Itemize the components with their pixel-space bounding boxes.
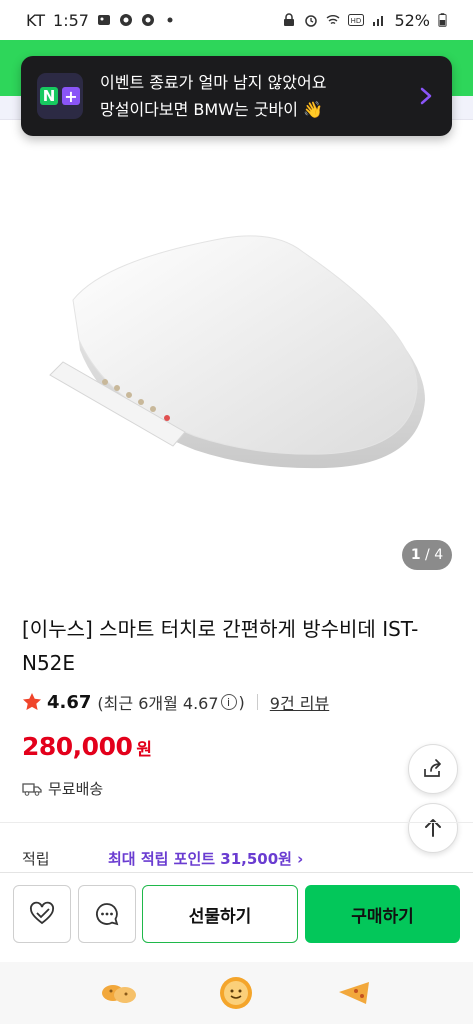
- product-image[interactable]: [45, 200, 445, 490]
- battery-percent: 52%: [394, 10, 430, 30]
- toast-line-2: 망설이다보면 BMW는 굿바이 👋: [100, 100, 323, 119]
- section-divider: [0, 822, 473, 823]
- chat-icon: [96, 903, 119, 926]
- heart-check-icon: [30, 901, 54, 925]
- divider: [256, 694, 258, 710]
- status-left: KT 1:57: [26, 11, 177, 30]
- alarm-icon: [305, 15, 318, 27]
- toast-message: 이벤트 종료가 얼마 남지 않았어요 망설이다보면 BMW는 굿바이 👋: [100, 69, 416, 123]
- share-icon: [424, 759, 441, 777]
- gallery-counter: 1 / 4: [402, 540, 452, 570]
- recent-rating: (최근 6개월 4.67: [97, 694, 219, 713]
- price-unit: 원: [136, 740, 153, 760]
- price: 280,000 원: [22, 732, 152, 761]
- image-icon: [97, 15, 110, 25]
- logo-plus: +: [62, 87, 80, 106]
- chevron-right-icon[interactable]: [416, 86, 436, 106]
- wishlist-button[interactable]: [13, 885, 71, 943]
- points-link[interactable]: 최대 적립 포인트 31,500원 ›: [108, 848, 303, 869]
- nav-home[interactable]: [216, 973, 256, 1013]
- recent-rating-close: ): [238, 692, 245, 712]
- wifi-icon: [326, 15, 340, 25]
- status-right: HD 52%: [282, 11, 447, 30]
- gallery-separator: /: [420, 547, 435, 563]
- carrier-label: KT: [26, 10, 46, 30]
- delivery-info: 무료배송: [22, 778, 103, 799]
- status-bar: KT 1:57 HD 52%: [0, 0, 473, 40]
- gallery-total: 4: [434, 547, 444, 563]
- product-title: [이누스] 스마트 터치로 간편하게 방수비데 IST-N52E: [22, 617, 419, 675]
- toast-line-1: 이벤트 종료가 얼마 남지 않았어요: [100, 73, 327, 92]
- signal-icon: [373, 16, 384, 26]
- chrome-icon: [119, 14, 132, 26]
- points-row: 적립 최대 적립 포인트 31,500원 ›: [22, 848, 303, 869]
- chrome-icon-2: [141, 14, 154, 26]
- info-icon[interactable]: i: [220, 694, 237, 710]
- review-link[interactable]: 9건 리뷰: [270, 690, 329, 714]
- logo-n: N: [40, 87, 58, 105]
- dot-icon: [167, 17, 173, 23]
- share-button[interactable]: [408, 744, 458, 794]
- chat-button[interactable]: [78, 885, 136, 943]
- scroll-top-button[interactable]: [408, 803, 458, 853]
- gallery-current: 1: [410, 547, 421, 563]
- rating-value: 4.67: [47, 691, 92, 713]
- arrow-up-icon: [425, 819, 441, 837]
- price-value: 280,000: [22, 732, 133, 761]
- bottom-nav: [0, 962, 473, 1024]
- purchase-bar: 선물하기 구매하기: [0, 872, 473, 960]
- star-icon: [23, 693, 41, 710]
- orange-face-icon: [220, 977, 253, 1009]
- truck-icon: [22, 782, 42, 796]
- points-label: 적립: [22, 850, 50, 868]
- delivery-text: 무료배송: [48, 780, 104, 798]
- gift-button[interactable]: 선물하기: [142, 885, 298, 943]
- clock: 1:57: [53, 10, 89, 30]
- battery-icon: [438, 13, 447, 27]
- hd-icon: HD: [348, 14, 365, 26]
- nav-forward[interactable]: [334, 973, 374, 1013]
- naver-plus-logo: N +: [37, 73, 83, 119]
- svg-text:HD: HD: [351, 17, 362, 25]
- rating-row: 4.67 (최근 6개월 4.67 i ) 9건 리뷰: [22, 690, 329, 714]
- buy-button[interactable]: 구매하기: [305, 885, 460, 943]
- nav-back[interactable]: [99, 973, 139, 1013]
- lock-icon: [284, 13, 295, 26]
- cookie-icon: [101, 985, 136, 1003]
- pizza-icon: [339, 982, 370, 1004]
- event-toast[interactable]: N + 이벤트 종료가 얼마 남지 않았어요 망설이다보면 BMW는 굿바이 👋: [21, 56, 452, 136]
